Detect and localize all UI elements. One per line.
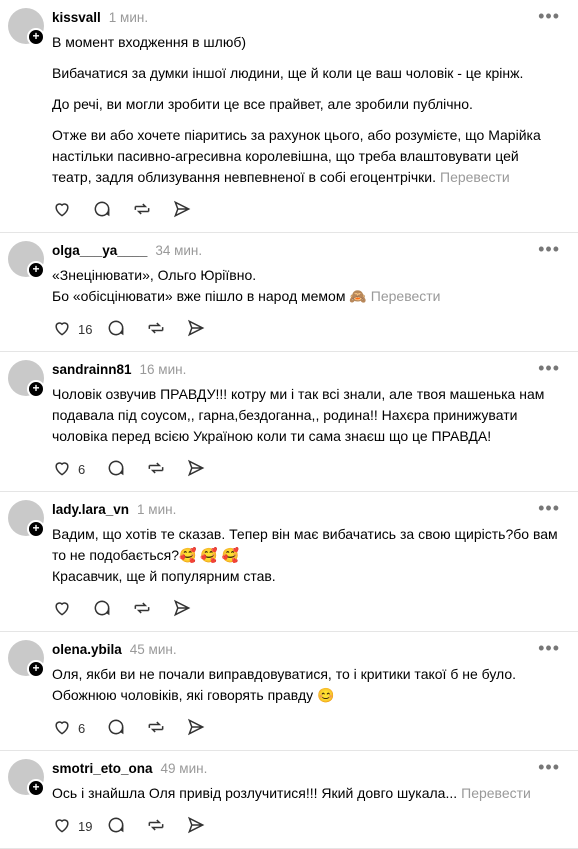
username[interactable]: smotri_eto_ona <box>52 761 153 776</box>
like-count: 19 <box>78 818 93 834</box>
comment-post: + olena.ybila 45 мин. ••• Оля, якби ви н… <box>0 632 578 751</box>
timestamp: 45 мин. <box>129 641 177 657</box>
repost-icon <box>146 815 166 838</box>
share-icon <box>172 598 192 621</box>
comment-icon <box>92 199 112 222</box>
repost-button[interactable] <box>146 458 186 481</box>
timestamp: 49 мин. <box>160 760 208 776</box>
username[interactable]: kissvall <box>52 10 101 25</box>
repost-button[interactable] <box>146 717 186 740</box>
follow-plus-icon[interactable]: + <box>27 28 45 46</box>
heart-icon <box>52 318 72 341</box>
share-icon <box>186 717 206 740</box>
repost-icon <box>132 598 152 621</box>
like-button[interactable] <box>52 199 92 222</box>
follow-plus-icon[interactable]: + <box>27 660 45 678</box>
like-button[interactable]: 19 <box>52 815 106 838</box>
comment-post: + kissvall 1 мин. ••• В момент входження… <box>0 0 578 233</box>
more-options-icon[interactable]: ••• <box>538 638 560 659</box>
heart-icon <box>52 717 72 740</box>
translate-link[interactable]: Перевести <box>371 288 441 304</box>
comment-text: Вадим, що хотів те сказав. Тепер він має… <box>52 526 558 584</box>
comment-icon <box>106 318 126 341</box>
share-icon <box>186 458 206 481</box>
timestamp: 1 мин. <box>137 501 177 517</box>
username[interactable]: lady.lara_vn <box>52 502 129 517</box>
comment-icon <box>106 458 126 481</box>
share-icon <box>172 199 192 222</box>
comment-text: Отже ви або хочете піаритись за рахунок … <box>52 127 541 185</box>
more-options-icon[interactable]: ••• <box>538 757 560 778</box>
comment-icon <box>106 815 126 838</box>
comment-post: + lady.lara_vn 1 мин. ••• Вадим, що хоті… <box>0 492 578 632</box>
share-icon <box>186 318 206 341</box>
repost-icon <box>146 458 166 481</box>
comment-post: + olga___ya____ 34 мин. ••• «Знецінювати… <box>0 233 578 352</box>
more-options-icon[interactable]: ••• <box>538 498 560 519</box>
username[interactable]: olga___ya____ <box>52 243 147 258</box>
comment-button[interactable] <box>106 458 146 481</box>
share-button[interactable] <box>186 458 226 481</box>
like-button[interactable]: 16 <box>52 318 106 341</box>
comment-post: + sandrainn81 16 мин. ••• Чоловік озвучи… <box>0 352 578 492</box>
comment-button[interactable] <box>106 815 146 838</box>
more-options-icon[interactable]: ••• <box>538 6 560 27</box>
more-options-icon[interactable]: ••• <box>538 358 560 379</box>
share-button[interactable] <box>186 717 226 740</box>
more-options-icon[interactable]: ••• <box>538 239 560 260</box>
heart-icon <box>52 815 72 838</box>
heart-icon <box>52 458 72 481</box>
heart-icon <box>52 199 72 222</box>
share-button[interactable] <box>186 815 226 838</box>
follow-plus-icon[interactable]: + <box>27 520 45 538</box>
comment-button[interactable] <box>92 598 132 621</box>
comment-text: Оля, якби ви не почали виправдовуватися,… <box>52 666 517 703</box>
like-count: 6 <box>78 461 86 477</box>
repost-button[interactable] <box>146 815 186 838</box>
comment-text: В момент входження в шлюб) <box>52 34 247 50</box>
comment-text: «Знецінювати», Ольго Юріївно. Бо «обісці… <box>52 267 441 304</box>
comment-button[interactable] <box>106 318 146 341</box>
comment-text: Чоловік озвучив ПРАВДУ!!! котру ми і так… <box>52 386 545 444</box>
timestamp: 1 мин. <box>108 9 149 25</box>
comment-text: До речі, ви могли зробити це все прайвет… <box>52 96 473 112</box>
like-button[interactable] <box>52 598 92 621</box>
repost-icon <box>146 318 166 341</box>
translate-link[interactable]: Перевести <box>440 169 510 185</box>
username[interactable]: olena.ybila <box>52 642 122 657</box>
comment-icon <box>92 598 112 621</box>
comment-button[interactable] <box>106 717 146 740</box>
timestamp: 34 мин. <box>155 242 203 258</box>
timestamp: 16 мин. <box>139 361 187 377</box>
repost-icon <box>146 717 166 740</box>
like-button[interactable]: 6 <box>52 717 106 740</box>
comments-feed: + kissvall 1 мин. ••• В момент входження… <box>0 0 578 849</box>
share-icon <box>186 815 206 838</box>
share-button[interactable] <box>172 598 212 621</box>
follow-plus-icon[interactable]: + <box>27 779 45 797</box>
share-button[interactable] <box>186 318 226 341</box>
repost-button[interactable] <box>146 318 186 341</box>
repost-button[interactable] <box>132 598 172 621</box>
translate-link[interactable]: Перевести <box>461 785 531 801</box>
follow-plus-icon[interactable]: + <box>27 380 45 398</box>
follow-plus-icon[interactable]: + <box>27 261 45 279</box>
comment-icon <box>106 717 126 740</box>
like-button[interactable]: 6 <box>52 458 106 481</box>
like-count: 6 <box>78 720 86 736</box>
repost-icon <box>132 199 152 222</box>
repost-button[interactable] <box>132 199 172 222</box>
like-count: 16 <box>78 321 93 337</box>
comment-text: Ось і знайшла Оля привід розлучитися!!! … <box>52 785 531 801</box>
comment-text: Вибачатися за думки іншої людини, ще й к… <box>52 65 524 81</box>
heart-icon <box>52 598 72 621</box>
comment-button[interactable] <box>92 199 132 222</box>
share-button[interactable] <box>172 199 212 222</box>
comment-post: + smotri_eto_ona 49 мин. ••• Ось і знайш… <box>0 751 578 849</box>
username[interactable]: sandrainn81 <box>52 362 132 377</box>
